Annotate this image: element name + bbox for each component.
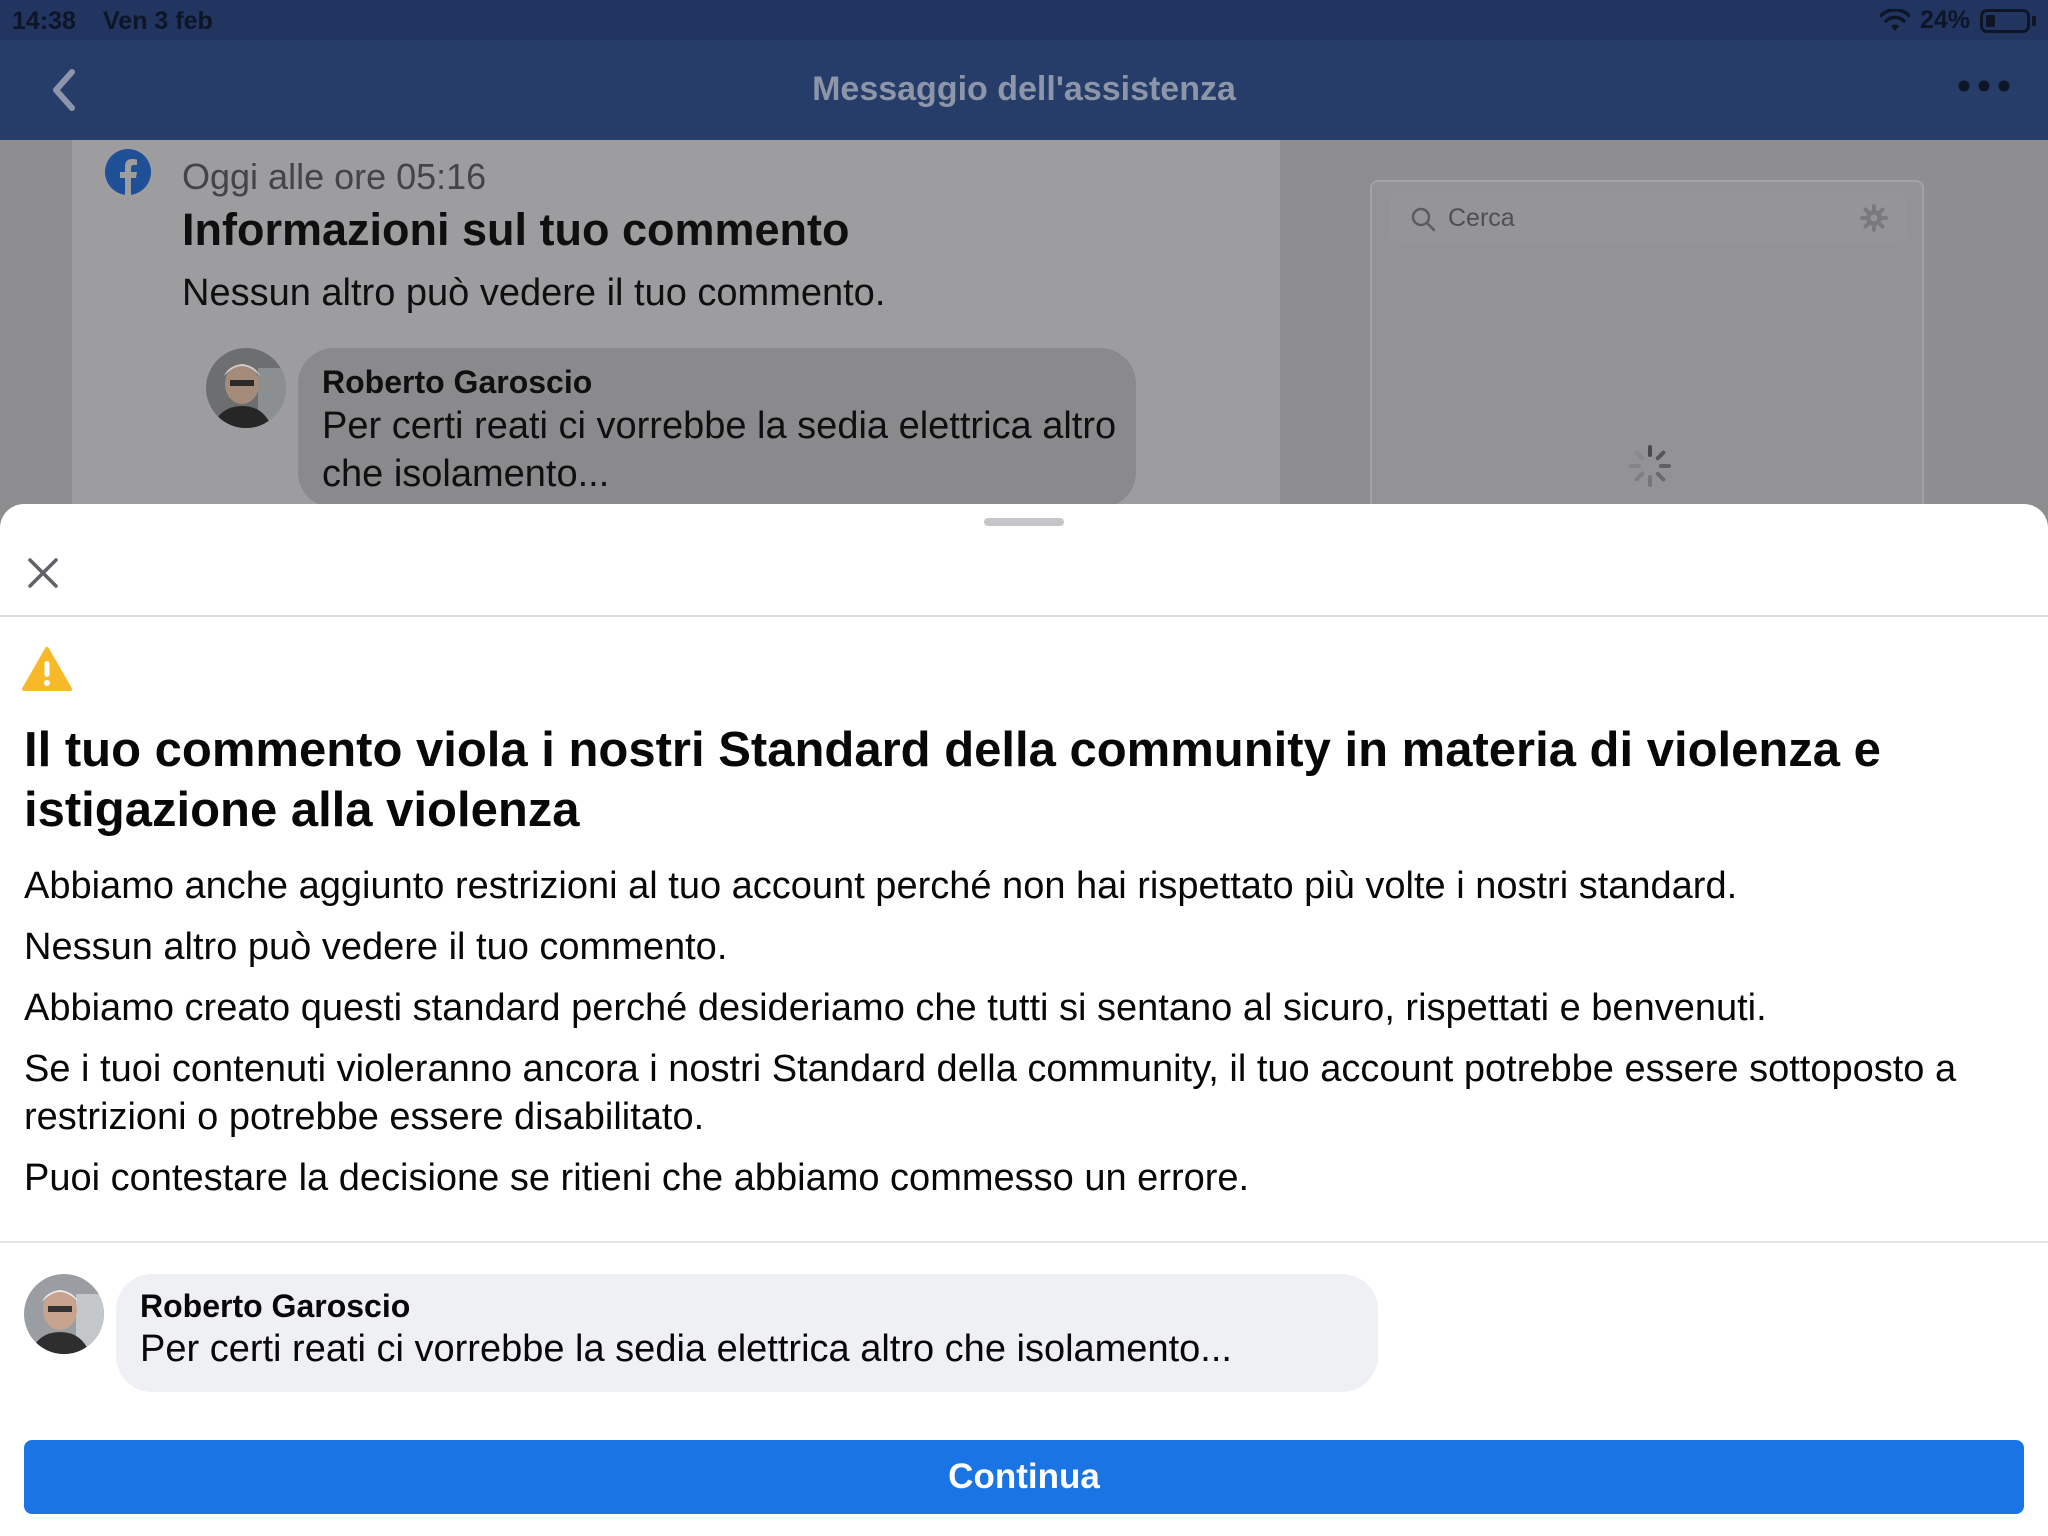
comment-author: Roberto Garoscio — [322, 364, 593, 400]
paragraph-visibility: Nessun altro può vedere il tuo commento. — [24, 926, 728, 968]
continue-button[interactable]: Continua — [24, 1440, 2024, 1514]
message-title: Informazioni sul tuo commento — [182, 204, 850, 255]
close-icon[interactable] — [22, 552, 64, 594]
battery-percent: 24% — [1919, 6, 1970, 34]
sheet-title: Il tuo commento viola i nostri Standard … — [24, 723, 1881, 837]
search-bar — [1390, 192, 1906, 242]
bottom-sheet: Il tuo commento viola i nostri Standard … — [0, 504, 2048, 1536]
comment-bubble: Roberto Garoscio Per certi reati ci vorr… — [298, 348, 1136, 508]
search-input[interactable] — [1446, 202, 1830, 234]
paragraph-appeal: Puoi contestare la decisione se ritieni … — [24, 1157, 1250, 1199]
avatar — [24, 1274, 104, 1354]
comment-bubble: Roberto Garoscio Per certi reati ci vorr… — [116, 1274, 1378, 1392]
paragraph-standards: Abbiamo creato questi standard perché de… — [24, 987, 1767, 1029]
divider — [0, 1241, 2048, 1243]
nav-bar: Messaggio dell'assistenza — [0, 40, 2048, 140]
message-timestamp: Oggi alle ore 05:16 — [182, 156, 487, 197]
comment-author: Roberto Garoscio — [140, 1288, 411, 1324]
sheet-grabber[interactable] — [984, 518, 1064, 526]
comment-text: Per certi reati ci vorrebbe la sedia ele… — [140, 1328, 1232, 1370]
facebook-logo-icon — [105, 149, 151, 195]
comment-text: Per certi reati ci vorrebbe la sedia ele… — [322, 405, 1117, 495]
avatar — [206, 348, 286, 428]
side-panel — [1370, 180, 1924, 560]
paragraph-warning: Se i tuoi contenuti violeranno ancora i … — [24, 1048, 1957, 1138]
spinner-icon — [1629, 445, 1671, 487]
status-right: 24% — [1879, 6, 2036, 35]
message-subtitle: Nessun altro può vedere il tuo commento. — [182, 272, 886, 314]
wifi-icon — [1879, 8, 1910, 31]
divider — [0, 615, 2048, 617]
status-date: Ven 3 feb — [103, 7, 213, 35]
gear-icon[interactable] — [1860, 204, 1888, 232]
more-icon[interactable] — [1956, 76, 2012, 96]
battery-icon — [1980, 8, 2030, 33]
warning-icon — [22, 647, 72, 691]
battery-tip — [2032, 15, 2036, 26]
nav-title: Messaggio dell'assistenza — [812, 70, 1236, 108]
status-bar: 14:38 Ven 3 feb 24% — [0, 0, 2048, 40]
paragraph-restrictions: Abbiamo anche aggiunto restrizioni al tu… — [24, 865, 1738, 907]
search-icon — [1411, 207, 1436, 232]
battery-level — [1986, 14, 1995, 27]
status-time: 14:38 — [12, 7, 76, 35]
